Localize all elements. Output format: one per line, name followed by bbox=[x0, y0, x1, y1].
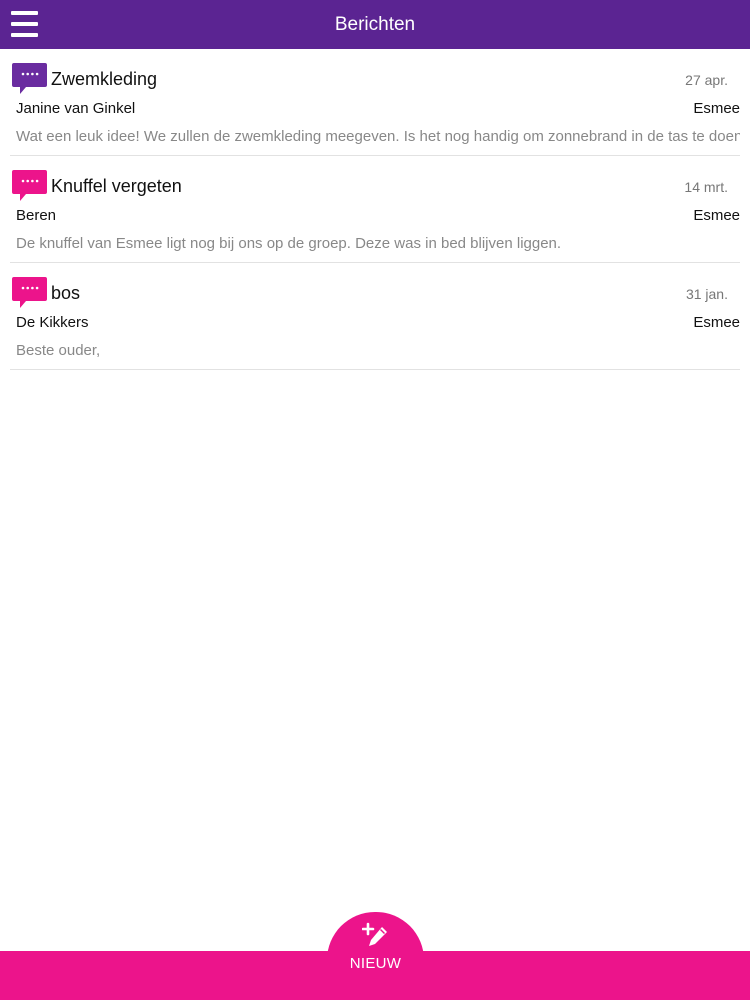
message-preview: De knuffel van Esmee ligt nog bij ons op… bbox=[16, 235, 562, 252]
page-title: Berichten bbox=[334, 13, 416, 35]
compose-icon bbox=[362, 922, 387, 946]
message-date: 31 jan. bbox=[685, 286, 728, 302]
message-date: 27 apr. bbox=[685, 72, 728, 88]
new-message-label: NIEUW bbox=[349, 955, 402, 972]
message-child: Esmee bbox=[693, 314, 740, 331]
message-title: Knuffel vergeten bbox=[51, 176, 182, 196]
message-child: Esmee bbox=[693, 207, 740, 224]
message-sender: Beren bbox=[16, 207, 57, 224]
message-item[interactable]: Knuffel vergeten 14 mrt. Beren Esmee De … bbox=[10, 156, 740, 263]
message-item[interactable]: bos 31 jan. De Kikkers Esmee Beste ouder… bbox=[10, 263, 740, 370]
menu-button[interactable] bbox=[11, 11, 38, 37]
message-list: Zwemkleding 27 apr. Janine van Ginkel Es… bbox=[0, 49, 750, 370]
chat-bubble-icon bbox=[12, 63, 47, 94]
message-date: 14 mrt. bbox=[684, 179, 728, 195]
message-title: Zwemkleding bbox=[51, 69, 158, 89]
message-preview: Beste ouder, bbox=[16, 342, 101, 359]
message-preview: Wat een leuk idee! We zullen de zwemkled… bbox=[16, 128, 740, 145]
message-sender: De Kikkers bbox=[16, 314, 89, 331]
app-header: Berichten bbox=[0, 0, 750, 49]
message-sender: Janine van Ginkel bbox=[16, 100, 136, 117]
message-title: bos bbox=[51, 283, 81, 303]
message-item[interactable]: Zwemkleding 27 apr. Janine van Ginkel Es… bbox=[10, 49, 740, 156]
message-child: Esmee bbox=[693, 100, 740, 117]
chat-bubble-icon bbox=[12, 170, 47, 201]
hamburger-menu-icon bbox=[11, 11, 38, 15]
new-message-button[interactable]: NIEUW bbox=[327, 912, 424, 1000]
chat-bubble-icon bbox=[12, 277, 47, 308]
